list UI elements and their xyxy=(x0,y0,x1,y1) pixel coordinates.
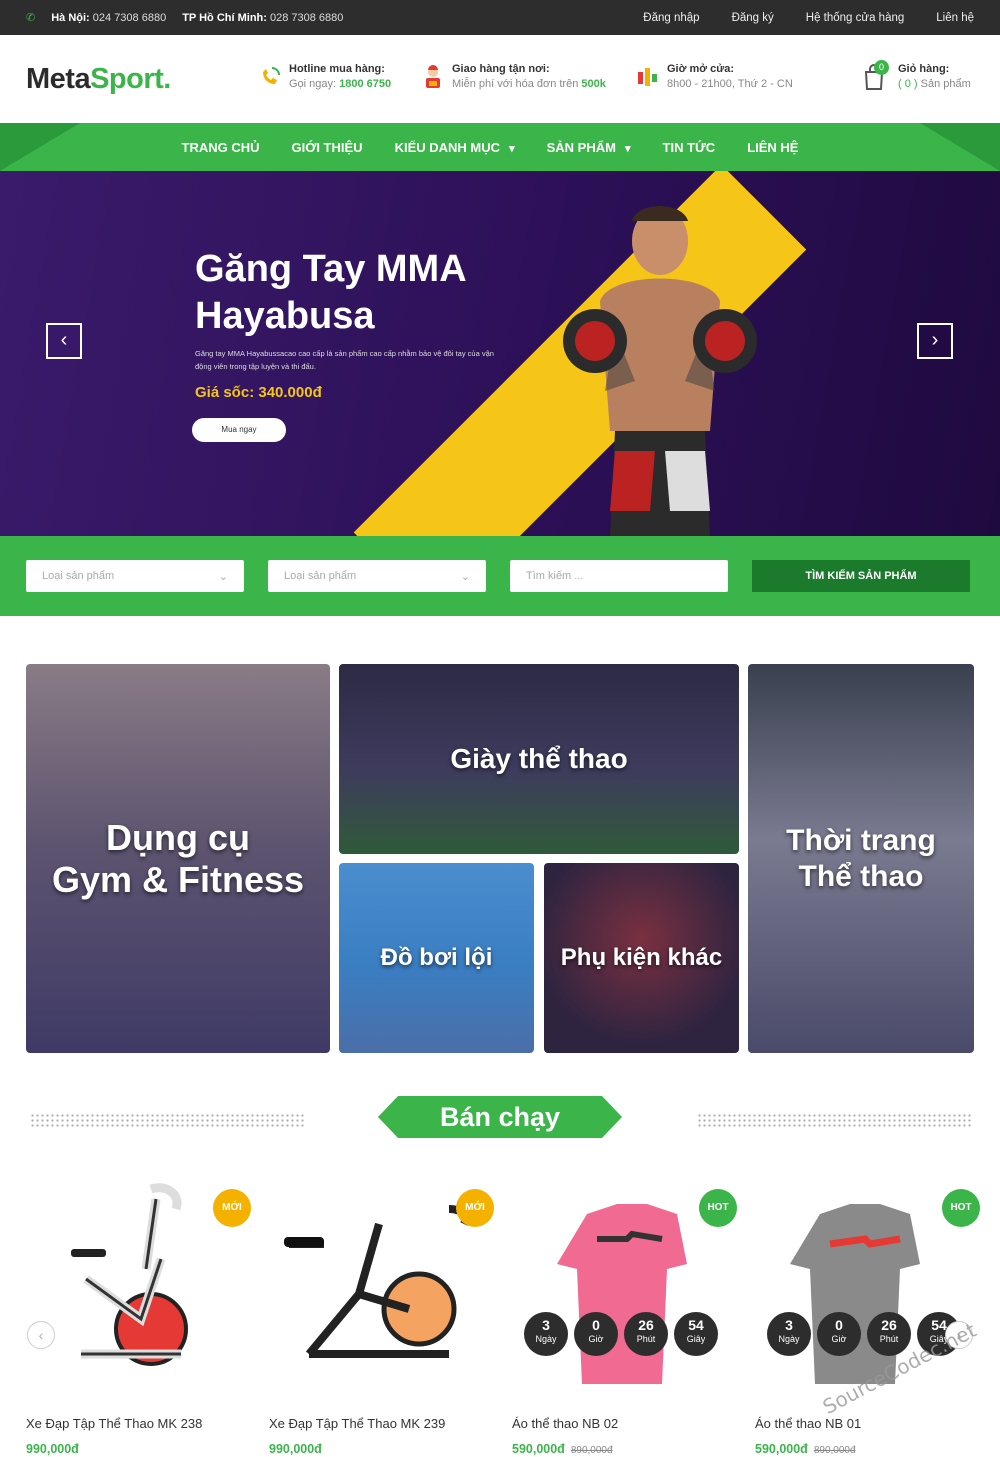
section-title: Bán chạy xyxy=(378,1096,622,1138)
main-nav: TRANG CHỦ GIỚI THIỆU KIỂU DANH MỤC SẢN P… xyxy=(0,123,1000,171)
product-name[interactable]: Áo thể thao NB 01 xyxy=(755,1416,861,1431)
category-select-2[interactable]: Loại sản phẩm ⌄ xyxy=(268,560,486,592)
hero-title: Găng Tay MMA Hayabusa xyxy=(195,248,466,337)
old-price: 890,000đ xyxy=(570,1445,613,1456)
product-card[interactable]: MỚI Xe Đạp Tập Thể Thao MK 239 990,000đ … xyxy=(269,1169,494,1457)
cart-badge: 0 xyxy=(874,60,889,75)
products-prev-button[interactable]: ‹ xyxy=(27,1321,55,1349)
hero-description: Găng tay MMA Hayabussacao cao cấp là sản… xyxy=(195,349,494,371)
contact-phones: ✆ Hà Nội: 024 7308 6880 TP Hồ Chí Minh: … xyxy=(26,11,343,25)
cart-count: ( 0 ) xyxy=(898,78,918,90)
nav-about[interactable]: GIỚI THIỆU xyxy=(292,140,363,155)
boxer-image xyxy=(563,206,757,536)
register-link[interactable]: Đăng ký xyxy=(732,12,774,24)
nav-news[interactable]: TIN TỨC xyxy=(663,140,716,155)
clock-hand-icon xyxy=(638,67,657,86)
hotline-info: Hotline mua hàng: Gọi ngay: 1800 6750 xyxy=(257,63,391,90)
countdown-timer: 3 Ngày 0 Giờ 26 Phút 54 Giây xyxy=(524,1312,718,1356)
hanoi-label: Hà Nội: xyxy=(51,11,90,24)
top-links: Đăng nhập Đăng ký Hệ thống cửa hàng Liên… xyxy=(611,12,974,24)
search-products-button[interactable]: TÌM KIẾM SẢN PHẨM xyxy=(752,560,970,592)
product-price: 590,000đ 890,000đ xyxy=(755,1442,856,1456)
product-tag: HOT xyxy=(699,1189,737,1227)
chevron-down-icon: ⌄ xyxy=(460,570,470,583)
product-tag: HOT xyxy=(942,1189,980,1227)
hotline-phone[interactable]: 1800 6750 xyxy=(339,78,391,90)
search-input[interactable]: Tìm kiếm ... xyxy=(510,560,728,592)
product-name[interactable]: Xe Đạp Tập Thể Thao MK 239 xyxy=(269,1416,445,1431)
delivery-person-icon xyxy=(426,64,440,88)
hero-price: Giá sốc: 340.000đ xyxy=(195,384,322,401)
delivery-title: Giao hàng tận nơi: xyxy=(452,63,550,75)
category-shoes[interactable]: Giày thể thao xyxy=(339,664,739,854)
header: MetaSport. Hotline mua hàng: Gọi ngay: 18… xyxy=(0,35,1000,123)
category-grid: Dụng cụ Gym & Fitness Giày thể thao Đồ bơ… xyxy=(0,616,1000,1056)
product-tag: MỚI xyxy=(213,1189,251,1227)
logo[interactable]: MetaSport. xyxy=(26,63,256,96)
nav-home[interactable]: TRANG CHỦ xyxy=(182,140,260,155)
cart[interactable]: 0 Giỏ hàng:( 0 ) Sản phẩm xyxy=(862,60,971,91)
cart-title: Giỏ hàng: xyxy=(898,63,950,75)
hero-slider: Găng Tay MMA Hayabusa Găng tay MMA Hayab… xyxy=(0,171,1000,536)
hanoi-phone[interactable]: 024 7308 6880 xyxy=(93,12,166,24)
top-bar: ✆ Hà Nội: 024 7308 6880 TP Hồ Chí Minh: … xyxy=(0,0,1000,35)
chevron-right-icon: › xyxy=(931,329,939,351)
stores-link[interactable]: Hệ thống cửa hàng xyxy=(806,12,905,24)
hcm-label: TP Hồ Chí Minh: xyxy=(182,11,267,24)
nav-category-styles[interactable]: KIỂU DANH MỤC xyxy=(395,140,515,155)
hours-info: Giờ mở cửa: 8h00 - 21h00, Thứ 2 - CN xyxy=(635,63,793,90)
product-search-bar: Loại sản phẩm ⌄ Loại sản phẩm ⌄ Tìm kiếm .… xyxy=(0,536,1000,616)
product-card[interactable]: HOT 3 Ngày 0 Giờ 26 Phút 54 Giây Áo thể thao… xyxy=(512,1169,737,1457)
chevron-down-icon: ⌄ xyxy=(218,570,228,583)
category-select-1[interactable]: Loại sản phẩm ⌄ xyxy=(26,560,244,592)
chevron-left-icon: ‹ xyxy=(60,329,68,351)
category-accessories[interactable]: Phụ kiện khác xyxy=(544,863,739,1053)
slider-next-button[interactable]: › xyxy=(917,323,953,359)
category-gym[interactable]: Dụng cụ Gym & Fitness xyxy=(26,664,330,1053)
hours-title: Giờ mở cửa: xyxy=(667,63,735,75)
chevron-left-icon: ‹ xyxy=(38,1327,44,1343)
contact-link[interactable]: Liên hệ xyxy=(936,12,974,24)
product-tag: MỚI xyxy=(456,1189,494,1227)
product-price: 990,000đ xyxy=(26,1442,79,1456)
product-card[interactable]: HOT 3 Ngày 0 Giờ 26 Phút 54 Giây Áo thể thao… xyxy=(755,1169,980,1457)
phone-ring-icon xyxy=(263,66,280,84)
slider-prev-button[interactable]: ‹ xyxy=(46,323,82,359)
bestseller-products: MỚI Xe Đạp Tập Thể Thao MK 238 990,000đ … xyxy=(0,1169,1000,1457)
bestseller-header: Bán chạy xyxy=(0,1091,1000,1171)
product-price: 590,000đ 890,000đ xyxy=(512,1442,613,1456)
product-card[interactable]: MỚI Xe Đạp Tập Thể Thao MK 238 990,000đ … xyxy=(26,1169,251,1457)
category-sportswear[interactable]: Thời trang Thể thao xyxy=(748,664,974,1053)
nav-products[interactable]: SẢN PHẨM xyxy=(547,140,631,155)
old-price: 890,000đ xyxy=(813,1445,856,1456)
phone-icon: ✆ xyxy=(26,12,36,24)
hotline-title: Hotline mua hàng: xyxy=(289,63,385,75)
hours-text: 8h00 - 21h00, Thứ 2 - CN xyxy=(667,78,793,90)
login-link[interactable]: Đăng nhập xyxy=(643,12,699,24)
hero-buy-button[interactable]: Mua ngay xyxy=(192,418,286,442)
product-price: 990,000đ xyxy=(269,1442,322,1456)
product-name[interactable]: Xe Đạp Tập Thể Thao MK 238 xyxy=(26,1416,202,1431)
nav-contact[interactable]: LIÊN HỆ xyxy=(747,140,798,155)
hcm-phone[interactable]: 028 7308 6880 xyxy=(270,12,343,24)
product-name[interactable]: Áo thể thao NB 02 xyxy=(512,1416,618,1431)
delivery-info: Giao hàng tận nơi: Miễn phí với hóa đơn t… xyxy=(420,63,606,90)
category-swimwear[interactable]: Đồ bơi lội xyxy=(339,863,534,1053)
